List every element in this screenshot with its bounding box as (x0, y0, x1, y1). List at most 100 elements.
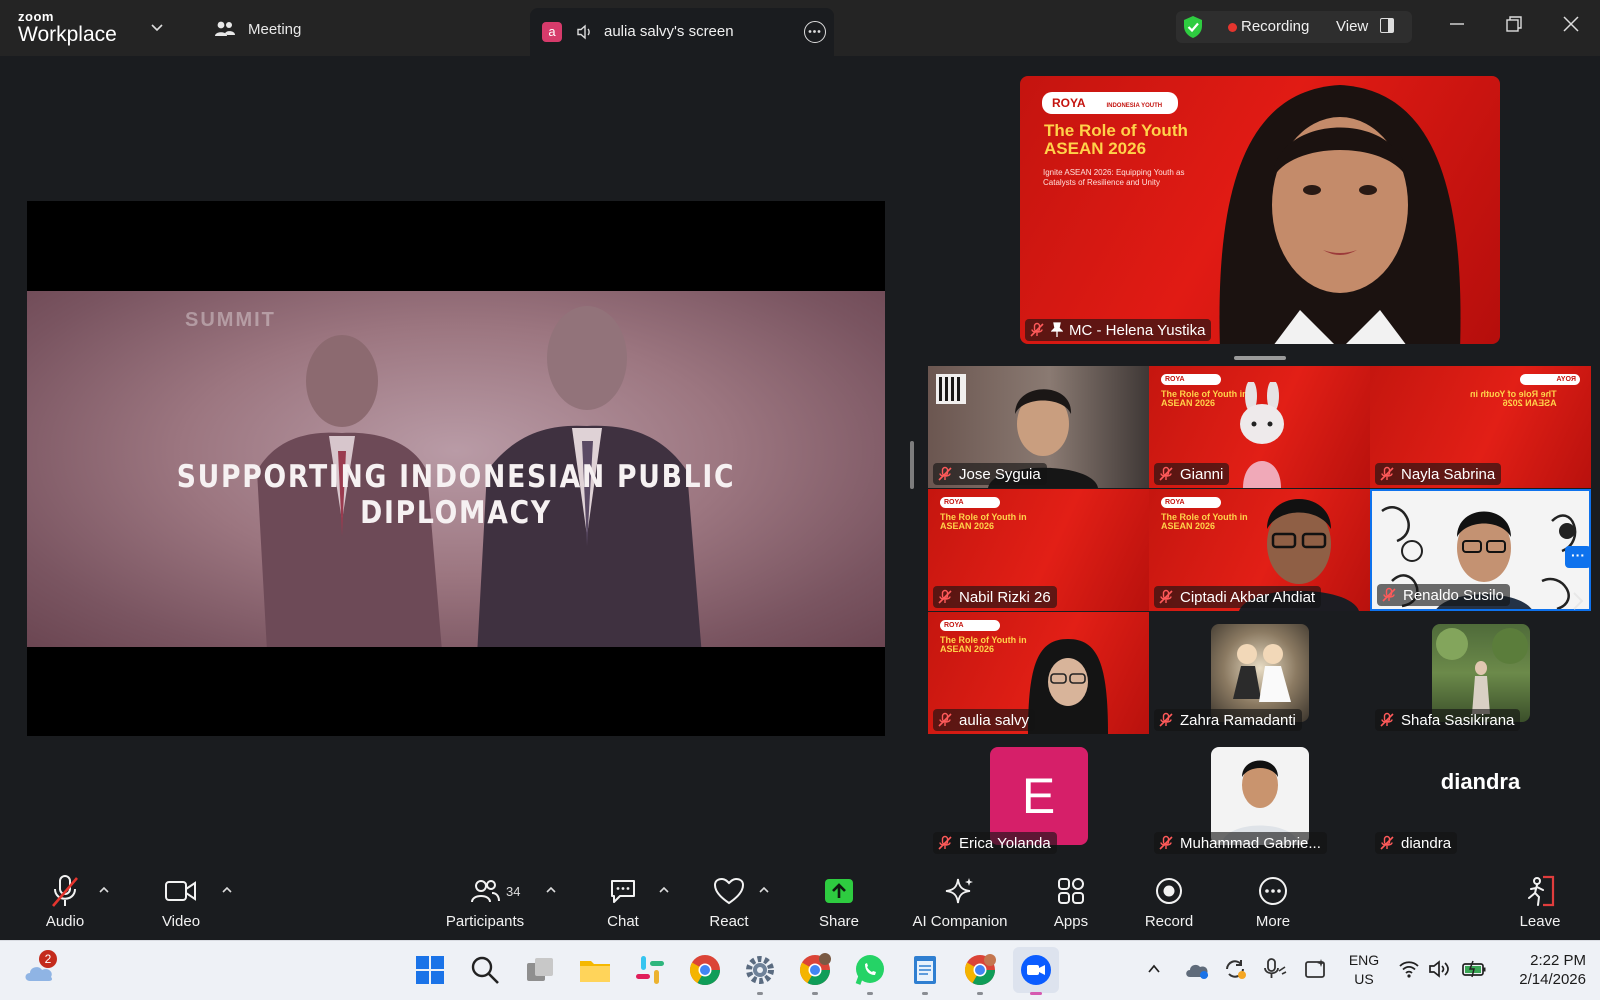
react-options-caret-icon[interactable] (758, 885, 770, 895)
participant-tile-selected[interactable]: Renaldo Susilo (1370, 489, 1591, 611)
participant-tile[interactable]: Shafa Sasikirana (1370, 612, 1591, 734)
recording-label[interactable]: Recording (1241, 18, 1309, 35)
shared-screen-tab[interactable]: a aulia salvy's screen (530, 8, 834, 56)
participant-tile[interactable]: ROYA The Role of Youth in ASEAN 2026 Gian… (1149, 366, 1370, 488)
recording-dot (1228, 23, 1237, 32)
chrome-app[interactable] (688, 953, 722, 987)
battery-charging-icon[interactable] (1461, 959, 1487, 979)
shared-screen-view[interactable]: SUMMIT SUPPORTING INDONESIAN PUBLIC DIPL… (27, 201, 885, 736)
participant-tile[interactable]: diandra diandra (1370, 735, 1591, 857)
tray-overflow-chevron-icon[interactable] (1147, 963, 1161, 975)
microphone-tray-icon[interactable] (1262, 957, 1288, 981)
windows-taskbar: 2 ENG US 2:22 PM 2/14/2026 (0, 940, 1600, 1000)
participant-name: aulia salvy (959, 711, 1030, 729)
speaker-icon[interactable] (576, 23, 594, 41)
video-label: Video (161, 913, 201, 930)
participant-name: Muhammad Gabrie... (1180, 834, 1321, 852)
react-button[interactable]: React (698, 866, 760, 940)
garden-photo-figure (1435, 628, 1528, 714)
video-camera-icon (165, 881, 196, 901)
ai-companion-button[interactable]: AI Companion (905, 866, 1015, 940)
chrome-profile-app[interactable] (798, 953, 832, 987)
participants-label: Participants (445, 913, 525, 930)
running-indicator (757, 992, 763, 995)
close-icon[interactable] (1561, 14, 1581, 34)
more-options-icon[interactable] (804, 21, 826, 43)
taskbar-search[interactable] (468, 953, 502, 987)
minimize-icon[interactable] (1447, 14, 1467, 34)
snipping-tool-icon[interactable] (1304, 957, 1328, 981)
chevron-down-icon[interactable] (150, 20, 164, 34)
participant-tile[interactable]: Muhammad Gabrie... (1149, 735, 1370, 857)
mini-slide-title: The Role of Youth in ASEAN 2026 (940, 635, 1027, 655)
video-button[interactable]: Video (150, 866, 212, 940)
participant-tile[interactable]: ROYA The Role of Youth in ASEAN 2026 Nayl… (1370, 366, 1591, 488)
participant-name: Renaldo Susilo (1403, 586, 1504, 604)
record-icon (1156, 878, 1182, 904)
record-label: Record (1144, 913, 1194, 930)
mic-muted-icon (1380, 712, 1394, 727)
zoom-workplace-logo[interactable]: zoom Workplace (18, 10, 117, 45)
participant-tile[interactable]: ROYA The Role of Youth in ASEAN 2026 Cipt… (1149, 489, 1370, 611)
audio-button[interactable]: Audio (34, 866, 96, 940)
participant-tile[interactable]: Zahra Ramadanti (1149, 612, 1370, 734)
audio-options-caret-icon[interactable] (98, 885, 110, 895)
chrome-profile2-app[interactable] (963, 953, 997, 987)
leave-button[interactable]: Leave (1509, 866, 1571, 940)
apps-grid-icon (1058, 878, 1084, 904)
task-view-button[interactable] (523, 953, 557, 987)
video-options-caret-icon[interactable] (221, 885, 233, 895)
participant-tile[interactable]: Jose Syguia (928, 366, 1149, 488)
apps-button[interactable]: Apps (1040, 866, 1102, 940)
notepad-app[interactable] (908, 953, 942, 987)
participants-options-caret-icon[interactable] (545, 885, 557, 895)
participant-photo-figure (1220, 760, 1299, 845)
volume-icon[interactable] (1428, 959, 1452, 979)
participant-tile[interactable]: E Erica Yolanda (928, 735, 1149, 857)
settings-app[interactable] (743, 953, 777, 987)
input-language-indicator[interactable]: ENG US (1346, 951, 1382, 989)
sync-icon[interactable] (1222, 957, 1248, 981)
participant-tile[interactable]: ROYA The Role of Youth in ASEAN 2026 Nabi… (928, 489, 1149, 611)
active-speaker-tile[interactable]: ROYA INDONESIA YOUTH FOUNDATION The Role… (1020, 76, 1500, 344)
mini-slide-title: The Role of Youth in ASEAN 2026 (1161, 512, 1248, 532)
slide-title-line1: The Role of Youth (1044, 121, 1188, 140)
whatsapp-app[interactable] (853, 953, 887, 987)
chat-button[interactable]: Chat (592, 866, 654, 940)
zoom-app-active[interactable] (1013, 947, 1059, 993)
tile-more-options-icon[interactable]: ··· (1565, 546, 1591, 568)
split-view-handle[interactable] (910, 441, 914, 489)
wifi-icon[interactable] (1398, 959, 1420, 979)
ai-companion-label: AI Companion (912, 913, 1008, 930)
more-icon (1259, 877, 1287, 905)
mic-muted-icon (1159, 466, 1173, 481)
participant-name-tag: Shafa Sasikirana (1375, 709, 1521, 731)
meeting-menu-button[interactable]: Meeting (214, 16, 301, 42)
mic-muted-icon (938, 712, 952, 727)
next-page-chevron-icon[interactable] (1568, 589, 1588, 613)
participant-tile[interactable]: ROYA The Role of Youth in ASEAN 2026 auli… (928, 612, 1149, 734)
participant-avatar (1210, 624, 1309, 722)
restore-icon[interactable] (1504, 14, 1524, 34)
mini-slide-badge: ROYA (1520, 374, 1580, 385)
qr-code-icon (936, 374, 966, 404)
security-shield-icon[interactable] (1182, 15, 1204, 39)
participants-button[interactable]: Participants (440, 866, 530, 940)
mic-muted-icon (1030, 322, 1044, 337)
gallery-resize-handle[interactable] (1234, 356, 1286, 360)
record-button[interactable]: Record (1138, 866, 1200, 940)
pin-icon (1051, 322, 1063, 337)
file-explorer-app[interactable] (578, 953, 612, 987)
layout-icon[interactable] (1380, 18, 1394, 33)
chat-options-caret-icon[interactable] (658, 885, 670, 895)
mic-muted-icon (938, 589, 952, 604)
mic-muted-icon (938, 835, 952, 850)
onedrive-cloud-icon[interactable] (1184, 957, 1210, 981)
slack-app[interactable] (633, 953, 667, 987)
system-clock[interactable]: 2:22 PM 2/14/2026 (1494, 951, 1586, 989)
share-button[interactable]: Share (808, 866, 870, 940)
chrome-icon (689, 955, 720, 986)
windows-start-button[interactable] (413, 953, 447, 987)
view-button[interactable]: View (1336, 18, 1368, 35)
more-button[interactable]: More (1242, 866, 1304, 940)
